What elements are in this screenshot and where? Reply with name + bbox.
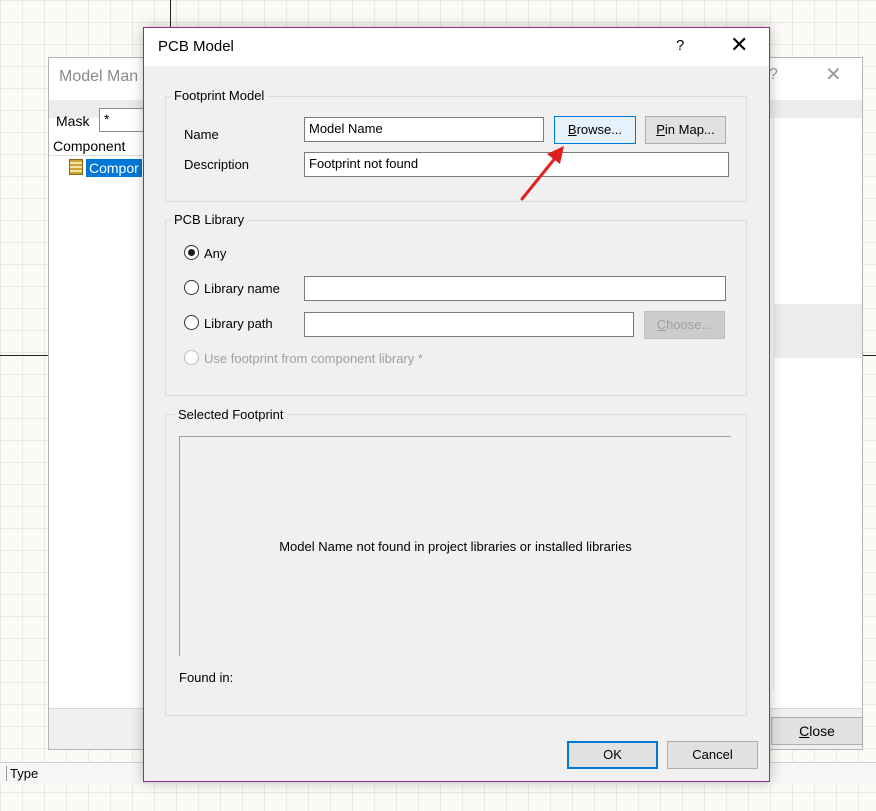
pin-map-button[interactable]: Pin Map... [645, 116, 726, 144]
help-icon[interactable]: ? [769, 66, 778, 84]
close-icon[interactable]: ✕ [730, 34, 748, 56]
mask-input[interactable]: * [99, 108, 145, 132]
cancel-button[interactable]: Cancel [667, 741, 758, 769]
description-label: Description [184, 157, 250, 172]
schematic-wire [170, 0, 171, 30]
schematic-wire [862, 355, 876, 356]
library-path-input[interactable] [304, 312, 634, 337]
library-name-radio[interactable] [184, 280, 199, 295]
selected-footprint-group-label: Selected Footprint [175, 407, 287, 422]
library-name-input[interactable] [304, 276, 726, 301]
component-column-header[interactable]: Component [49, 138, 145, 156]
model-name-input[interactable]: Model Name [304, 117, 544, 142]
model-manager-title: Model Man [59, 68, 139, 85]
use-footprint-radio[interactable] [184, 350, 199, 365]
footprint-preview-message: Model Name not found in project librarie… [279, 539, 632, 554]
footprint-model-group [165, 96, 747, 202]
help-icon[interactable]: ? [676, 37, 684, 54]
any-label[interactable]: Any [204, 246, 226, 261]
pcb-library-group [165, 220, 747, 396]
ok-button[interactable]: OK [567, 741, 658, 769]
pcb-model-dialog: PCB Model ? ✕ Footprint Model Name Model… [143, 27, 770, 782]
library-path-radio[interactable] [184, 315, 199, 330]
found-in-label: Found in: [179, 670, 234, 685]
model-list-panel [773, 118, 862, 690]
browse-button[interactable]: Browse... [554, 116, 636, 144]
description-input[interactable]: Footprint not found [304, 152, 729, 177]
component-tree-item[interactable]: Compor [69, 159, 145, 179]
component-chip-icon [69, 159, 83, 175]
footprint-preview[interactable]: Model Name not found in project librarie… [179, 436, 731, 656]
footprint-model-group-label: Footprint Model [171, 88, 268, 103]
choose-button[interactable]: Choose... [644, 311, 725, 339]
dialog-title: PCB Model [158, 38, 234, 55]
component-tree-label: Compor [86, 159, 142, 177]
dialog-titlebar: PCB Model ? ✕ [144, 28, 769, 66]
library-name-label[interactable]: Library name [204, 281, 280, 296]
mask-label: Mask [56, 113, 90, 129]
close-icon[interactable]: ✕ [825, 65, 842, 85]
name-label: Name [184, 127, 219, 142]
use-footprint-label[interactable]: Use footprint from component library * [204, 351, 423, 366]
schematic-wire [0, 355, 50, 356]
close-button[interactable]: Close [771, 717, 863, 745]
library-path-label[interactable]: Library path [204, 316, 273, 331]
any-radio[interactable] [184, 245, 199, 260]
model-list-selected-band [773, 304, 862, 358]
status-type-column[interactable]: Type [6, 766, 38, 781]
pcb-library-group-label: PCB Library [171, 212, 248, 227]
